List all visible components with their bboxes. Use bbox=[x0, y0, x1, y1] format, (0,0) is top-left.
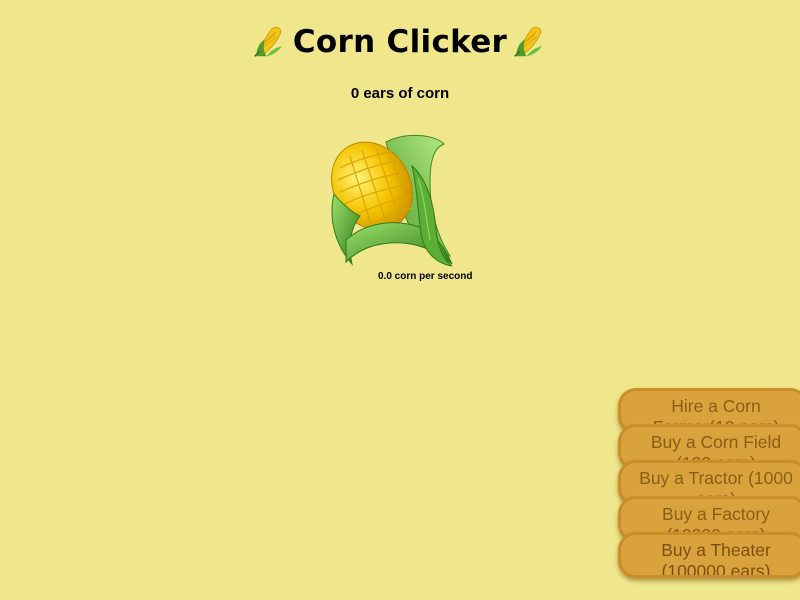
corn-icon bbox=[513, 24, 547, 58]
corn-cob-icon bbox=[331, 134, 453, 267]
corn-clicker-button[interactable] bbox=[326, 130, 458, 272]
corn-icon bbox=[253, 24, 287, 58]
page-title: Corn Clicker bbox=[0, 20, 800, 64]
buy-theater-button[interactable]: Buy a Theater (100000 ears) bbox=[618, 532, 800, 578]
title-text: Corn Clicker bbox=[292, 24, 508, 60]
corn-per-second: 0.0 corn per second bbox=[378, 271, 473, 282]
shop-panel: Hire a Corn Farmer(10 ears) Buy a Corn F… bbox=[618, 388, 800, 578]
game-page: Corn Clicker 0 ears of corn 0.0 corn per… bbox=[0, 0, 800, 600]
corn-count: 0 ears of corn bbox=[350, 85, 450, 102]
